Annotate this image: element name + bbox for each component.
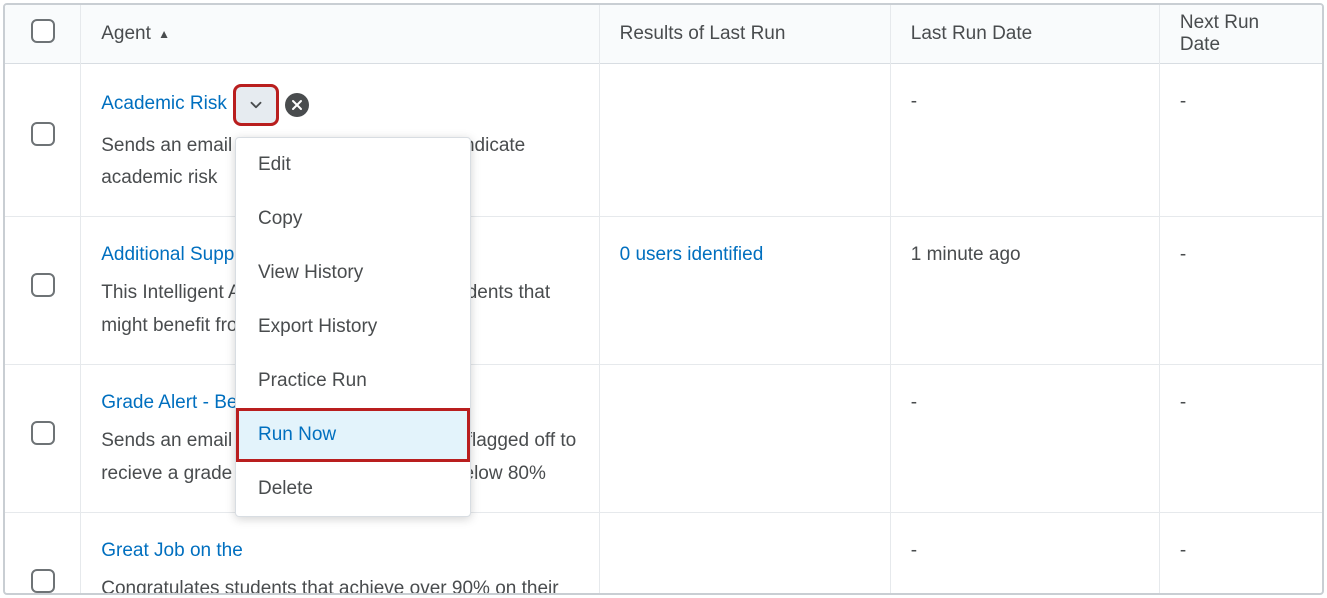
results-cell [599, 63, 890, 217]
header-agent[interactable]: Agent ▲ [81, 5, 599, 63]
dropdown-item-copy[interactable]: Copy [236, 192, 470, 246]
dropdown-item-export-history[interactable]: Export History [236, 300, 470, 354]
dropdown-item-run-now[interactable]: Run Now [236, 408, 470, 462]
results-link[interactable]: 0 users identified [620, 244, 764, 265]
results-cell: 0 users identified [599, 217, 890, 365]
sort-asc-icon: ▲ [158, 27, 170, 41]
last-run-cell: 1 minute ago [890, 217, 1159, 365]
table-row: Academic Risk Sends an email to the stud… [5, 63, 1322, 217]
next-run-cell: - [1159, 63, 1322, 217]
header-last-run[interactable]: Last Run Date [890, 5, 1159, 63]
header-next-run[interactable]: Next Run Date [1159, 5, 1322, 63]
header-results-label: Results of Last Run [620, 23, 786, 44]
table-row: Great Job on the Congratulates students … [5, 512, 1322, 595]
dropdown-item-view-history[interactable]: View History [236, 246, 470, 300]
next-run-cell: - [1159, 364, 1322, 512]
last-run-cell: - [890, 512, 1159, 595]
results-cell [599, 364, 890, 512]
last-run-cell: - [890, 364, 1159, 512]
dropdown-item-edit[interactable]: Edit [236, 138, 470, 192]
table-row: Additional Supp This Intelligent Agent i… [5, 217, 1322, 365]
row-checkbox[interactable] [31, 421, 55, 445]
header-checkbox-cell [5, 5, 81, 63]
header-next-label: Next Run Date [1180, 12, 1259, 55]
next-run-cell: - [1159, 217, 1322, 365]
row-checkbox[interactable] [31, 273, 55, 297]
chevron-down-icon [247, 96, 265, 114]
agent-link[interactable]: Academic Risk [101, 88, 227, 120]
row-checkbox[interactable] [31, 569, 55, 593]
agent-link[interactable]: Additional Supp [101, 239, 234, 271]
table-row: Grade Alert - Be Sends an email to stude… [5, 364, 1322, 512]
agents-table-container: Agent ▲ Results of Last Run Last Run Dat… [3, 3, 1324, 595]
select-all-checkbox[interactable] [31, 19, 55, 43]
header-agent-label: Agent [101, 23, 151, 44]
agent-link[interactable]: Great Job on the [101, 535, 243, 567]
agent-description: Congratulates students that achieve over… [101, 573, 578, 595]
agents-table: Agent ▲ Results of Last Run Last Run Dat… [5, 5, 1322, 595]
last-run-cell: - [890, 63, 1159, 217]
dropdown-item-practice-run[interactable]: Practice Run [236, 354, 470, 408]
header-results[interactable]: Results of Last Run [599, 5, 890, 63]
results-cell [599, 512, 890, 595]
agent-actions-dropdown-button[interactable] [235, 86, 277, 124]
header-last-label: Last Run Date [911, 23, 1032, 44]
agent-actions-dropdown-menu: Edit Copy View History Export History Pr… [235, 137, 471, 517]
disabled-status-icon [285, 93, 309, 117]
row-checkbox[interactable] [31, 122, 55, 146]
agent-link[interactable]: Grade Alert - Be [101, 387, 237, 419]
dropdown-item-delete[interactable]: Delete [236, 462, 470, 516]
next-run-cell: - [1159, 512, 1322, 595]
close-icon [291, 99, 303, 111]
